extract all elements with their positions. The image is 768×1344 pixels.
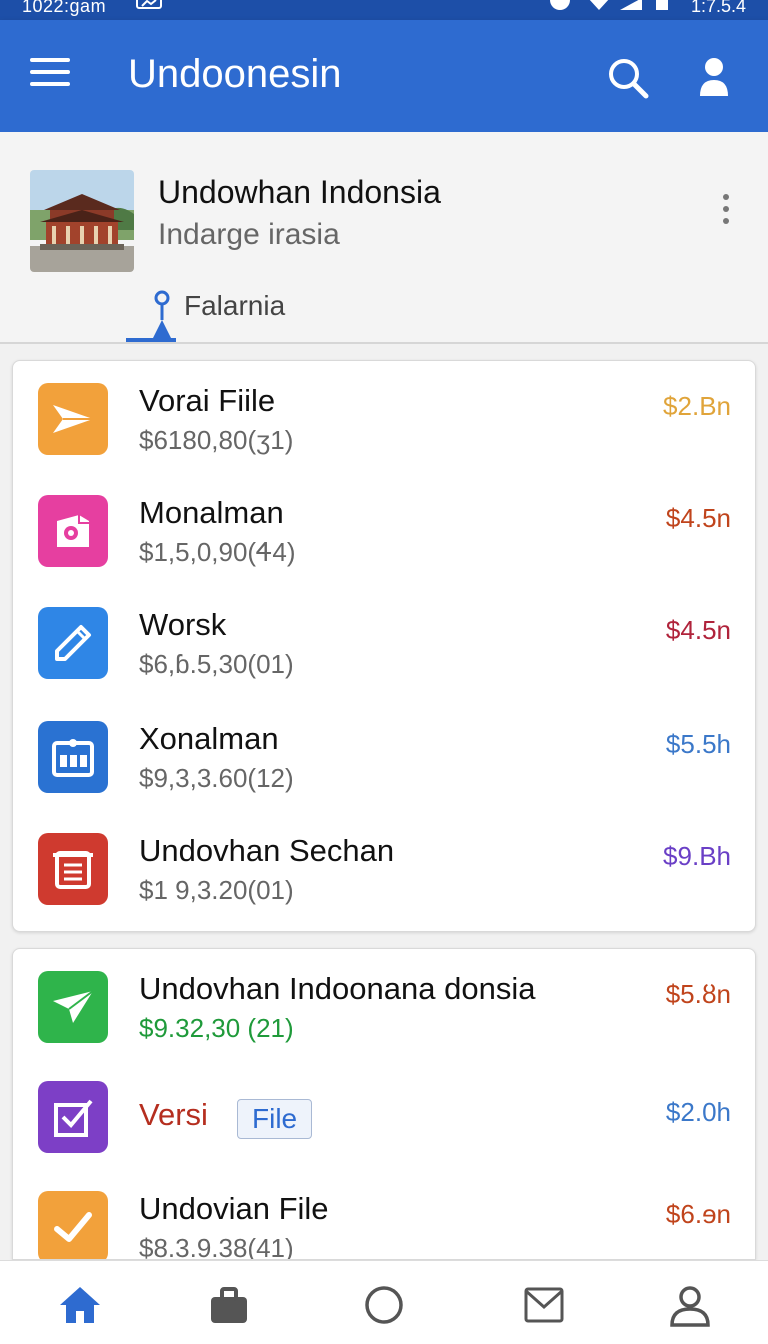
item-name: Xonalman <box>139 721 279 756</box>
item-subtitle: $6180,80(ʒ1) <box>139 425 294 455</box>
briefcase-icon[interactable] <box>205 1281 253 1329</box>
pencil-icon <box>38 607 108 679</box>
calendar-icon <box>38 721 108 793</box>
item-amount: $9.Bh <box>663 841 731 871</box>
person-icon[interactable] <box>694 56 734 100</box>
list-item[interactable]: Undovhan Indoonana donsia $9.32,30 (21) … <box>13 949 755 1049</box>
item-subtitle: $1,5,0,90(Ꮞ4) <box>139 537 296 567</box>
item-amount: $6.ɘn <box>665 1199 731 1229</box>
location-pin-icon <box>152 290 172 340</box>
profile-name: Undowhan Indonsia <box>158 174 441 210</box>
item-name: Monalman <box>139 495 284 530</box>
profile-photo <box>30 170 134 272</box>
profile-icon[interactable] <box>666 1281 714 1329</box>
battery-icon <box>654 0 670 17</box>
item-name: Undovhan Sechan <box>139 833 395 868</box>
signal-icon <box>620 0 644 17</box>
item-name: Undovian File <box>139 1191 329 1226</box>
paper-plane-icon <box>38 971 108 1043</box>
file-tag[interactable]: File <box>237 1099 313 1139</box>
search-icon[interactable] <box>606 56 650 100</box>
paper-plane-icon <box>38 383 108 455</box>
list-item[interactable]: Vorai Fiile $6180,80(ʒ1) $2.Bn <box>13 361 755 461</box>
item-name: Worsk <box>139 607 227 642</box>
bottom-navigation <box>0 1260 768 1344</box>
item-subtitle: $9.32,30 (21) <box>139 1013 294 1043</box>
transaction-card-2: Undovhan Indoonana donsia $9.32,30 (21) … <box>12 948 756 1260</box>
status-right-time: 1:7.5.4 <box>690 0 746 16</box>
item-amount: $5.5h <box>665 729 731 759</box>
list-item[interactable]: Versi File $2.0h <box>13 1069 755 1169</box>
item-amount: $2.0h <box>665 1097 731 1127</box>
item-name: Vorai Fiile <box>139 383 276 418</box>
transaction-card-1: Vorai Fiile $6180,80(ʒ1) $2.Bn Monalman … <box>12 360 756 932</box>
data-icon <box>548 0 572 17</box>
document-icon <box>38 833 108 905</box>
home-icon[interactable] <box>56 1281 104 1329</box>
item-amount: $5.ȣn <box>665 979 731 1009</box>
edit-box-icon <box>38 1081 108 1153</box>
item-subtitle: $9,3,3.60(12) <box>139 763 294 793</box>
status-time: 1022:gam <box>22 0 107 16</box>
more-options-icon[interactable] <box>712 194 740 234</box>
list-item[interactable]: Undovian File $8.3.9.38(41) $6.ɘn <box>13 1169 755 1260</box>
item-amount: $4.5n <box>665 503 731 533</box>
mail-icon[interactable] <box>520 1281 568 1329</box>
checkmark-icon <box>38 1191 108 1259</box>
item-amount: $4.5n <box>665 615 731 645</box>
item-subtitle: $8.3.9.38(41) <box>139 1233 294 1260</box>
hamburger-menu-icon[interactable] <box>30 58 70 94</box>
app-bar: Undoonesin <box>0 20 768 132</box>
notification-icon <box>136 0 164 17</box>
item-name: Versi <box>139 1097 208 1132</box>
location-tab-label: Falarnia <box>184 290 286 321</box>
list-item[interactable]: Worsk $6,ɓ.5,30(01) $4.5n <box>13 585 755 685</box>
status-bar: 1022:gam 1:7.5.4 <box>0 0 768 20</box>
item-name: Undovhan Indoonana donsia <box>139 971 536 1006</box>
item-amount: $2.Bn <box>663 391 731 421</box>
list-item[interactable]: Monalman $1,5,0,90(Ꮞ4) $4.5n <box>13 473 755 573</box>
location-tab-underline <box>126 338 176 342</box>
wifi-icon <box>586 0 612 17</box>
camera-icon <box>38 495 108 567</box>
list-item[interactable]: Xonalman $9,3,3.60(12) $5.5h <box>13 699 755 799</box>
profile-subtitle: Indarge irasia <box>158 218 340 251</box>
item-subtitle: $1 9,3.20(01) <box>139 875 294 905</box>
circle-icon[interactable] <box>360 1281 408 1329</box>
location-tab[interactable]: Falarnia <box>126 284 326 344</box>
profile-header: Undowhan Indonsia Indarge irasia Falarni… <box>0 132 768 344</box>
item-subtitle: $6,ɓ.5,30(01) <box>139 649 294 679</box>
list-item[interactable]: Undovhan Sechan $1 9,3.20(01) $9.Bh <box>13 811 755 911</box>
app-title: Undoonesin <box>128 52 342 96</box>
